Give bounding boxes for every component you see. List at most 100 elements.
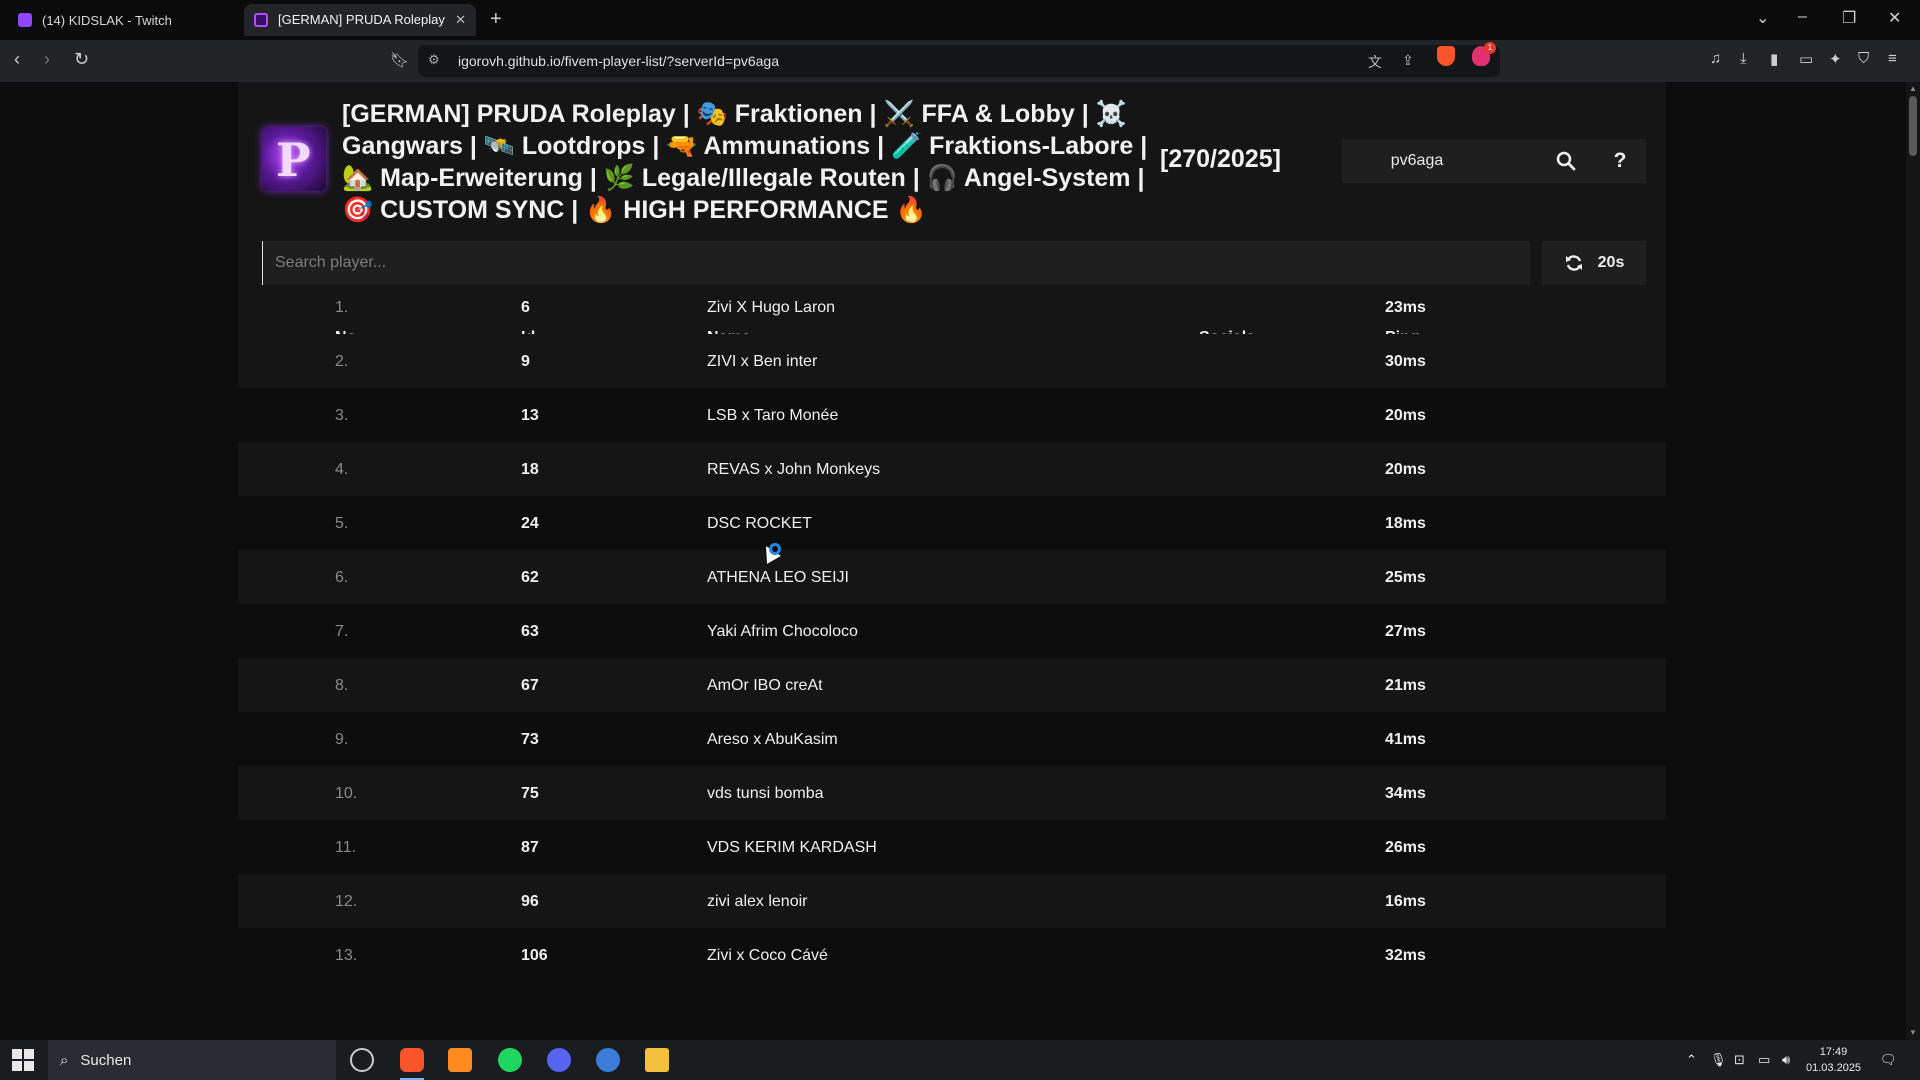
player-name: VDS KERIM KARDASH (707, 839, 877, 856)
forward-icon[interactable]: › (44, 49, 50, 70)
file-explorer-icon[interactable] (645, 1048, 669, 1072)
player-id: 24 (521, 515, 539, 532)
share-icon[interactable]: ⇪ (1402, 52, 1414, 69)
server-title: [GERMAN] PRUDA Roleplay | 🎭 Fraktionen |… (342, 100, 1148, 224)
media-icon[interactable]: ♫ (1710, 50, 1721, 67)
translate-icon[interactable]: 文 (1368, 52, 1382, 72)
player-name: Zivi x Coco Cávé (707, 947, 828, 964)
brave-shields-icon[interactable] (1437, 46, 1455, 66)
server-id-field-wrapper (1342, 139, 1538, 183)
player-name: Yaki Afrim Chocoloco (707, 623, 858, 640)
server-id-input[interactable] (1342, 139, 1492, 183)
player-id: 6 (521, 299, 530, 316)
player-table-body: 1. 6 Zivi X Hugo Laron 23ms 2. 9 ZIVI x Ben in… (238, 280, 1666, 982)
player-id: 75 (521, 785, 539, 802)
player-id: 106 (521, 947, 548, 964)
chatgpt-app-icon[interactable] (350, 1048, 374, 1072)
scroll-up-icon[interactable]: ▲ (1909, 84, 1917, 93)
address-bar[interactable]: ⚙ igorovh.github.io/fivem-player-list/?s… (418, 45, 1500, 77)
tab-twitch[interactable]: (14) KIDSLAK - Twitch (8, 4, 244, 36)
microphone-icon[interactable]: 🎙︎ (1710, 1052, 1727, 1068)
table-row: 9. 73 Areso x AbuKasim 41ms (238, 712, 1666, 766)
wallet-icon[interactable]: ▭ (1799, 50, 1813, 68)
taskbar: ⌕ Suchen ⌃ 🎙︎ ⊡ ▭ 🔊︎ 17:49 01.03.2025 🗨︎ (0, 1040, 1920, 1080)
back-icon[interactable]: ‹ (14, 49, 20, 70)
player-search-input[interactable] (262, 241, 1530, 285)
player-ping: 21ms (1385, 677, 1426, 694)
sidebar-icon[interactable]: ▮ (1770, 50, 1778, 68)
player-ping: 18ms (1385, 515, 1426, 532)
site-settings-icon[interactable]: ⚙ (428, 52, 440, 68)
page-scrollbar[interactable]: ▲ ▼ (1906, 82, 1920, 1040)
restore-icon[interactable]: ❐ (1842, 8, 1856, 28)
server-favicon-icon (254, 13, 268, 27)
player-id: 62 (521, 569, 539, 586)
notifications-icon[interactable]: 🗨︎ (1880, 1052, 1897, 1068)
scroll-down-icon[interactable]: ▼ (1909, 1028, 1917, 1037)
browser-app-icon[interactable] (596, 1048, 620, 1072)
player-ping: 20ms (1385, 407, 1426, 424)
table-row: 12. 96 zivi alex lenoir 16ms (238, 874, 1666, 928)
tab-list-chevron-icon[interactable]: ⌄ (1756, 8, 1769, 28)
close-tab-icon[interactable]: ✕ (455, 12, 466, 28)
player-count: [270/2025] (1160, 145, 1281, 173)
player-name: vds tunsi bomba (707, 785, 824, 802)
player-name: Areso x AbuKasim (707, 731, 838, 748)
windows-start-icon[interactable] (12, 1049, 34, 1071)
refresh-button[interactable]: 20s (1542, 241, 1646, 285)
player-ping: 34ms (1385, 785, 1426, 802)
table-row: 7. 63 Yaki Afrim Chocoloco 27ms (238, 604, 1666, 658)
player-ping: 20ms (1385, 461, 1426, 478)
player-ping: 23ms (1385, 299, 1426, 316)
player-number: 12. (335, 893, 358, 910)
player-number: 3. (335, 407, 349, 424)
tray-chevron-icon[interactable]: ⌃ (1686, 1052, 1697, 1068)
player-ping: 16ms (1385, 893, 1426, 910)
taskbar-clock[interactable]: 17:49 01.03.2025 (1806, 1044, 1861, 1076)
player-name: ATHENA LEO SEIJI (707, 569, 849, 586)
player-number: 4. (335, 461, 349, 478)
table-row: 2. 9 ZIVI x Ben inter 30ms (238, 334, 1666, 388)
player-number: 2. (335, 353, 349, 370)
search-icon (1556, 151, 1576, 171)
minimize-icon[interactable]: – (1798, 8, 1807, 26)
brave-app-icon[interactable] (400, 1048, 424, 1080)
leo-ai-icon[interactable]: ✦ (1829, 50, 1842, 68)
url-text: igorovh.github.io/fivem-player-list/?ser… (458, 53, 779, 69)
taskbar-search[interactable]: ⌕ Suchen (48, 1040, 336, 1080)
player-number: 5. (335, 515, 349, 532)
network-status-icon[interactable]: ⊡ (1734, 1052, 1745, 1068)
brave-rewards-icon[interactable]: 1 (1472, 42, 1496, 66)
server-logo: P (262, 127, 326, 191)
close-window-icon[interactable]: ✕ (1888, 8, 1901, 28)
app-launcher-icon[interactable] (448, 1048, 472, 1072)
new-tab-icon[interactable]: + (490, 8, 502, 31)
table-row: 11. 87 VDS KERIM KARDASH 26ms (238, 820, 1666, 874)
bookmark-icon[interactable]: 🔖︎ (390, 51, 409, 69)
volume-icon[interactable]: 🔊︎ (1782, 1052, 1790, 1068)
discord-app-icon[interactable] (547, 1048, 571, 1072)
player-name: REVAS x John Monkeys (707, 461, 881, 478)
display-icon[interactable]: ▭ (1758, 1052, 1770, 1068)
taskbar-search-label: Suchen (80, 1051, 132, 1069)
vpn-icon[interactable]: ⛉ (1858, 50, 1869, 67)
player-id: 13 (521, 407, 539, 424)
download-icon[interactable]: ⤓ (1740, 50, 1747, 67)
player-number: 13. (335, 947, 358, 964)
player-id: 96 (521, 893, 539, 910)
player-number: 8. (335, 677, 349, 694)
table-row: 10. 75 vds tunsi bomba 34ms (238, 766, 1666, 820)
player-id: 67 (521, 677, 539, 694)
table-row: 13. 106 Zivi x Coco Cávé 32ms (238, 928, 1666, 982)
player-name: ZIVI x Ben inter (707, 353, 818, 370)
scrollbar-thumb[interactable] (1909, 96, 1917, 156)
menu-icon[interactable]: ≡ (1888, 50, 1897, 67)
table-row: 8. 67 AmOr IBO creAt 21ms (238, 658, 1666, 712)
player-id: 63 (521, 623, 539, 640)
search-server-button[interactable] (1538, 139, 1594, 183)
spotify-app-icon[interactable] (498, 1048, 522, 1072)
tab-pruda-roleplay[interactable]: [GERMAN] PRUDA Roleplay | 🎭 ✕ (244, 4, 476, 36)
tab-title: (14) KIDSLAK - Twitch (42, 12, 172, 28)
reload-icon[interactable]: ↻ (74, 49, 89, 70)
help-button[interactable]: ? (1594, 139, 1646, 183)
